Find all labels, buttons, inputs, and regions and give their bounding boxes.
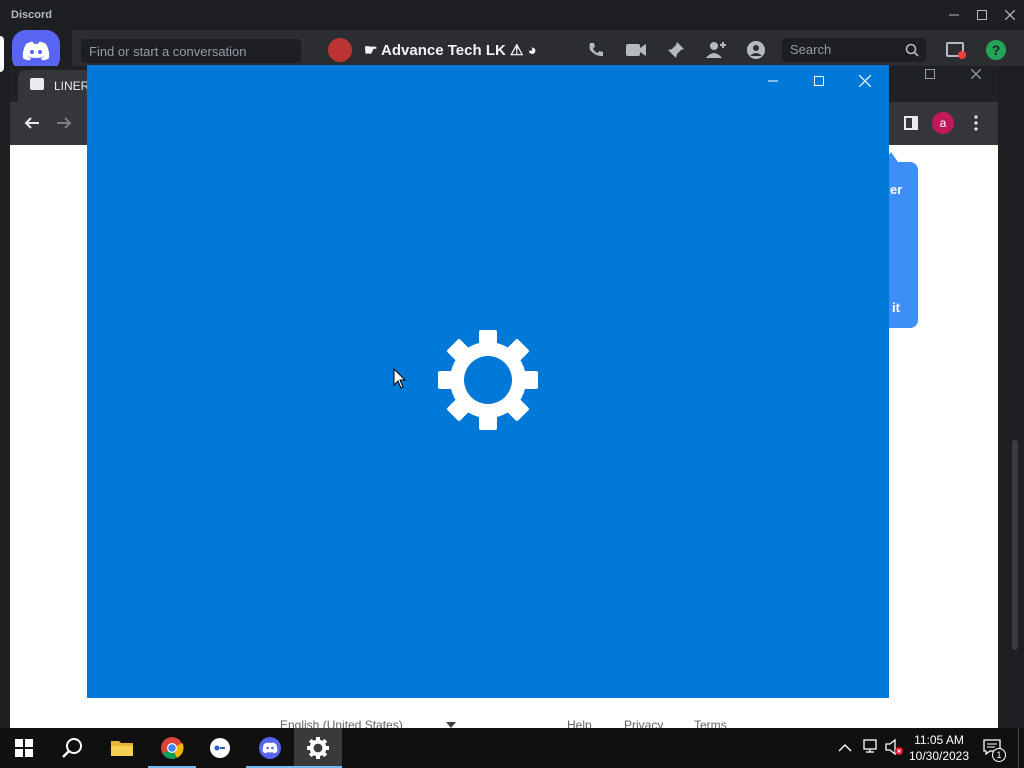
- video-call-icon[interactable]: [624, 38, 648, 62]
- volume-muted-icon[interactable]: [884, 738, 904, 761]
- chrome-taskbar-button[interactable]: [148, 728, 196, 768]
- discord-titlebar: [0, 0, 1024, 30]
- member-list-icon[interactable]: [744, 38, 768, 62]
- voice-call-icon[interactable]: [584, 38, 608, 62]
- popup-text-top: er: [890, 182, 903, 197]
- app-icon: [210, 738, 230, 758]
- file-explorer-button[interactable]: [98, 728, 146, 768]
- settings-icon: [307, 737, 329, 759]
- chrome-maximize-button[interactable]: [916, 60, 944, 88]
- discord-logo-icon: [22, 41, 50, 61]
- taskbar-search-button[interactable]: [48, 728, 96, 768]
- settings-taskbar-button[interactable]: [294, 728, 342, 768]
- search-icon: [900, 38, 924, 62]
- discord-app-title: Discord: [11, 9, 52, 21]
- settings-maximize-button[interactable]: [805, 67, 833, 95]
- search-icon: [62, 738, 82, 758]
- side-panel-icon[interactable]: [897, 109, 925, 137]
- file-explorer-icon: [111, 741, 133, 756]
- chrome-icon: [161, 737, 184, 759]
- back-arrow-icon[interactable]: [18, 109, 46, 137]
- settings-minimize-button[interactable]: [759, 67, 787, 95]
- tab-favicon: [30, 78, 44, 90]
- app-taskbar-button[interactable]: [196, 728, 244, 768]
- start-button[interactable]: [0, 728, 48, 768]
- notification-count-badge: 1: [992, 748, 1006, 762]
- chrome-menu-icon[interactable]: [962, 109, 990, 137]
- discord-minimize-button[interactable]: [940, 1, 968, 29]
- discord-taskbar-button[interactable]: [246, 728, 294, 768]
- scrollbar-thumb[interactable]: [1012, 440, 1018, 650]
- clock-time: 11:05 AM: [914, 733, 964, 747]
- discord-maximize-button[interactable]: [968, 1, 996, 29]
- add-friends-icon[interactable]: [704, 38, 728, 62]
- tab-title: LINER: [54, 79, 90, 93]
- forward-arrow-icon[interactable]: [50, 109, 78, 137]
- channel-avatar: [328, 38, 352, 62]
- server-selected-indicator: [0, 36, 4, 72]
- mouse-cursor-icon: [393, 367, 407, 395]
- channel-name: ☛ Advance Tech LK ⚠ ◕: [364, 42, 537, 59]
- discord-close-button[interactable]: [996, 1, 1024, 29]
- profile-avatar[interactable]: a: [932, 112, 954, 134]
- notification-center-button[interactable]: 1: [982, 738, 1006, 762]
- system-clock[interactable]: 11:05 AM 10/30/2023: [904, 732, 974, 764]
- popup-action-button[interactable]: it: [892, 300, 900, 315]
- chrome-close-button[interactable]: [962, 60, 990, 88]
- pinned-messages-icon[interactable]: [664, 38, 688, 62]
- find-conversation-input[interactable]: Find or start a conversation: [80, 38, 302, 64]
- show-hidden-icons-chevron-icon[interactable]: [838, 740, 852, 758]
- discord-icon: [259, 737, 281, 759]
- help-icon[interactable]: ?: [984, 38, 1008, 62]
- settings-close-button[interactable]: [851, 67, 879, 95]
- inbox-icon[interactable]: [944, 38, 968, 62]
- network-icon[interactable]: [862, 738, 880, 759]
- gear-icon: [438, 330, 538, 430]
- clock-date: 10/30/2023: [908, 749, 970, 763]
- svg-text:?: ?: [992, 42, 1001, 58]
- start-icon: [15, 739, 33, 757]
- show-desktop-button[interactable]: [1018, 728, 1024, 768]
